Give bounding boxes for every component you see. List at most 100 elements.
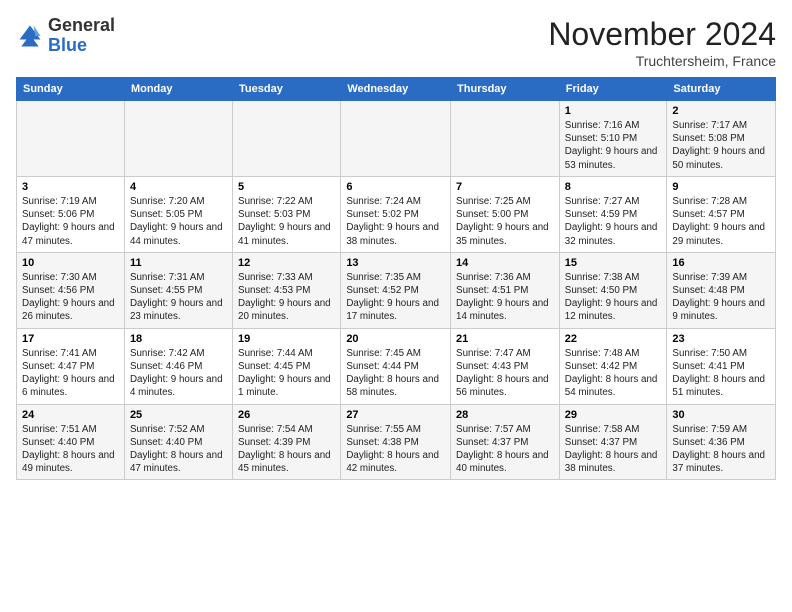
- logo-general-text: General: [48, 15, 115, 35]
- day-cell: 1Sunrise: 7:16 AM Sunset: 5:10 PM Daylig…: [559, 101, 667, 177]
- day-info: Sunrise: 7:58 AM Sunset: 4:37 PM Dayligh…: [565, 423, 662, 476]
- day-info: Sunrise: 7:30 AM Sunset: 4:56 PM Dayligh…: [22, 271, 119, 324]
- logo-icon: [16, 22, 44, 50]
- day-info: Sunrise: 7:50 AM Sunset: 4:41 PM Dayligh…: [672, 347, 770, 400]
- header-row: Sunday Monday Tuesday Wednesday Thursday…: [17, 78, 776, 101]
- day-cell: 26 Sunrise: 7:54 AM Sunset: 4:39 PM Dayli…: [233, 404, 341, 480]
- week-row-2: 3Sunrise: 7:19 AM Sunset: 5:06 PM Daylig…: [17, 176, 776, 252]
- week-row-4: 17 Sunrise: 7:41 AM Sunset: 4:47 PM Dayli…: [17, 328, 776, 404]
- day-info: Sunrise: 7:54 AM Sunset: 4:39 PM Dayligh…: [238, 423, 335, 476]
- col-wednesday: Wednesday: [341, 78, 451, 101]
- day-number: 27: [346, 409, 445, 421]
- day-number: 26: [238, 409, 335, 421]
- day-cell: 28 Sunrise: 7:57 AM Sunset: 4:37 PM Dayli…: [451, 404, 560, 480]
- col-tuesday: Tuesday: [233, 78, 341, 101]
- logo-text: General Blue: [48, 16, 115, 56]
- day-cell: 20 Sunrise: 7:45 AM Sunset: 4:44 PM Dayli…: [341, 328, 451, 404]
- day-number: 6: [346, 181, 445, 193]
- day-number: 17: [22, 333, 119, 345]
- day-info: Sunrise: 7:17 AM Sunset: 5:08 PM Dayligh…: [672, 119, 770, 172]
- day-info: Sunrise: 7:16 AM Sunset: 5:10 PM Dayligh…: [565, 119, 662, 172]
- col-sunday: Sunday: [17, 78, 125, 101]
- day-info: Sunrise: 7:48 AM Sunset: 4:42 PM Dayligh…: [565, 347, 662, 400]
- day-info: Sunrise: 7:33 AM Sunset: 4:53 PM Dayligh…: [238, 271, 335, 324]
- day-number: 12: [238, 257, 335, 269]
- day-cell: 22 Sunrise: 7:48 AM Sunset: 4:42 PM Dayli…: [559, 328, 667, 404]
- week-row-1: 1Sunrise: 7:16 AM Sunset: 5:10 PM Daylig…: [17, 101, 776, 177]
- day-number: 5: [238, 181, 335, 193]
- day-info: Sunrise: 7:36 AM Sunset: 4:51 PM Dayligh…: [456, 271, 554, 324]
- day-number: 18: [130, 333, 227, 345]
- day-cell: 17 Sunrise: 7:41 AM Sunset: 4:47 PM Dayli…: [17, 328, 125, 404]
- week-row-5: 24 Sunrise: 7:51 AM Sunset: 4:40 PM Dayli…: [17, 404, 776, 480]
- day-info: Sunrise: 7:51 AM Sunset: 4:40 PM Dayligh…: [22, 423, 119, 476]
- day-cell: 15Sunrise: 7:38 AM Sunset: 4:50 PM Dayli…: [559, 252, 667, 328]
- day-info: Sunrise: 7:59 AM Sunset: 4:36 PM Dayligh…: [672, 423, 770, 476]
- day-number: 24: [22, 409, 119, 421]
- day-cell: 13 Sunrise: 7:35 AM Sunset: 4:52 PM Dayli…: [341, 252, 451, 328]
- day-info: Sunrise: 7:27 AM Sunset: 4:59 PM Dayligh…: [565, 195, 662, 248]
- day-info: Sunrise: 7:22 AM Sunset: 5:03 PM Dayligh…: [238, 195, 335, 248]
- day-info: Sunrise: 7:35 AM Sunset: 4:52 PM Dayligh…: [346, 271, 445, 324]
- day-cell: 11 Sunrise: 7:31 AM Sunset: 4:55 PM Dayli…: [124, 252, 232, 328]
- day-cell: 25 Sunrise: 7:52 AM Sunset: 4:40 PM Dayli…: [124, 404, 232, 480]
- day-number: 11: [130, 257, 227, 269]
- day-cell: [17, 101, 125, 177]
- calendar-table: Sunday Monday Tuesday Wednesday Thursday…: [16, 77, 776, 480]
- day-number: 30: [672, 409, 770, 421]
- day-number: 21: [456, 333, 554, 345]
- day-info: Sunrise: 7:42 AM Sunset: 4:46 PM Dayligh…: [130, 347, 227, 400]
- logo-blue-text: Blue: [48, 35, 87, 55]
- day-info: Sunrise: 7:28 AM Sunset: 4:57 PM Dayligh…: [672, 195, 770, 248]
- day-number: 13: [346, 257, 445, 269]
- day-cell: 5 Sunrise: 7:22 AM Sunset: 5:03 PM Daylig…: [233, 176, 341, 252]
- col-friday: Friday: [559, 78, 667, 101]
- day-info: Sunrise: 7:31 AM Sunset: 4:55 PM Dayligh…: [130, 271, 227, 324]
- day-info: Sunrise: 7:41 AM Sunset: 4:47 PM Dayligh…: [22, 347, 119, 400]
- day-number: 2: [672, 105, 770, 117]
- day-number: 7: [456, 181, 554, 193]
- day-cell: 29 Sunrise: 7:58 AM Sunset: 4:37 PM Dayli…: [559, 404, 667, 480]
- day-info: Sunrise: 7:44 AM Sunset: 4:45 PM Dayligh…: [238, 347, 335, 400]
- day-info: Sunrise: 7:47 AM Sunset: 4:43 PM Dayligh…: [456, 347, 554, 400]
- day-number: 22: [565, 333, 662, 345]
- day-cell: 16Sunrise: 7:39 AM Sunset: 4:48 PM Dayli…: [667, 252, 776, 328]
- day-cell: 24 Sunrise: 7:51 AM Sunset: 4:40 PM Dayli…: [17, 404, 125, 480]
- day-cell: 21 Sunrise: 7:47 AM Sunset: 4:43 PM Dayli…: [451, 328, 560, 404]
- location: Truchtersheim, France: [548, 53, 776, 69]
- day-number: 10: [22, 257, 119, 269]
- day-info: Sunrise: 7:52 AM Sunset: 4:40 PM Dayligh…: [130, 423, 227, 476]
- day-cell: 10 Sunrise: 7:30 AM Sunset: 4:56 PM Dayli…: [17, 252, 125, 328]
- day-number: 8: [565, 181, 662, 193]
- month-title: November 2024: [548, 16, 776, 53]
- day-cell: 4Sunrise: 7:20 AM Sunset: 5:05 PM Daylig…: [124, 176, 232, 252]
- day-number: 28: [456, 409, 554, 421]
- day-number: 9: [672, 181, 770, 193]
- day-cell: [451, 101, 560, 177]
- day-cell: 30 Sunrise: 7:59 AM Sunset: 4:36 PM Dayli…: [667, 404, 776, 480]
- day-cell: 9 Sunrise: 7:28 AM Sunset: 4:57 PM Daylig…: [667, 176, 776, 252]
- day-number: 4: [130, 181, 227, 193]
- day-number: 25: [130, 409, 227, 421]
- header: General Blue November 2024 Truchtersheim…: [16, 16, 776, 69]
- day-cell: 18 Sunrise: 7:42 AM Sunset: 4:46 PM Dayli…: [124, 328, 232, 404]
- day-number: 29: [565, 409, 662, 421]
- day-info: Sunrise: 7:45 AM Sunset: 4:44 PM Dayligh…: [346, 347, 445, 400]
- day-cell: 14Sunrise: 7:36 AM Sunset: 4:51 PM Dayli…: [451, 252, 560, 328]
- day-cell: 7Sunrise: 7:25 AM Sunset: 5:00 PM Daylig…: [451, 176, 560, 252]
- day-cell: 12 Sunrise: 7:33 AM Sunset: 4:53 PM Dayli…: [233, 252, 341, 328]
- day-cell: 6 Sunrise: 7:24 AM Sunset: 5:02 PM Daylig…: [341, 176, 451, 252]
- day-info: Sunrise: 7:24 AM Sunset: 5:02 PM Dayligh…: [346, 195, 445, 248]
- day-number: 15: [565, 257, 662, 269]
- day-cell: 3Sunrise: 7:19 AM Sunset: 5:06 PM Daylig…: [17, 176, 125, 252]
- day-number: 20: [346, 333, 445, 345]
- page: General Blue November 2024 Truchtersheim…: [0, 0, 792, 488]
- day-cell: [124, 101, 232, 177]
- col-saturday: Saturday: [667, 78, 776, 101]
- day-cell: 23Sunrise: 7:50 AM Sunset: 4:41 PM Dayli…: [667, 328, 776, 404]
- day-info: Sunrise: 7:39 AM Sunset: 4:48 PM Dayligh…: [672, 271, 770, 324]
- day-number: 19: [238, 333, 335, 345]
- week-row-3: 10 Sunrise: 7:30 AM Sunset: 4:56 PM Dayli…: [17, 252, 776, 328]
- day-info: Sunrise: 7:57 AM Sunset: 4:37 PM Dayligh…: [456, 423, 554, 476]
- day-cell: 19 Sunrise: 7:44 AM Sunset: 4:45 PM Dayli…: [233, 328, 341, 404]
